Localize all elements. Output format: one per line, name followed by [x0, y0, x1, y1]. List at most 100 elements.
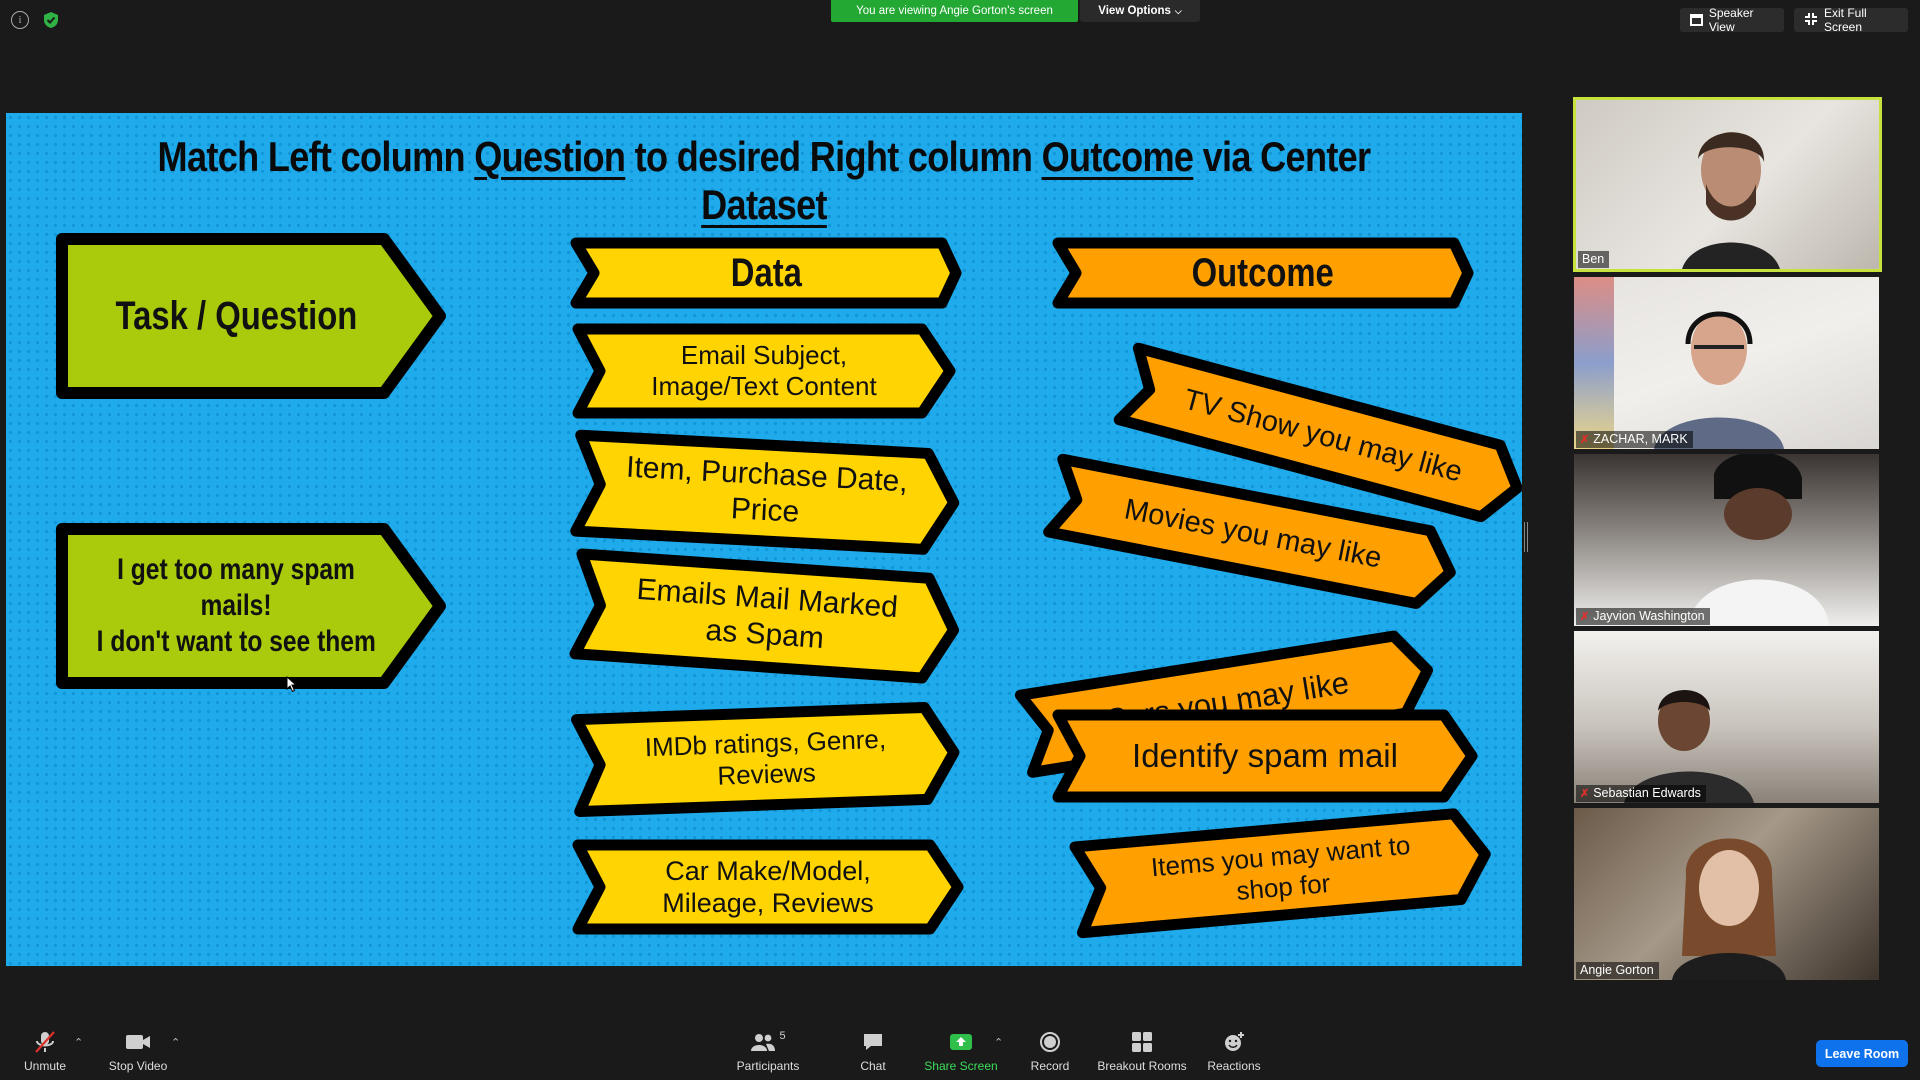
task-example-line1: I get too many spam mails!	[117, 553, 355, 622]
participants-label: Participants	[736, 1059, 800, 1073]
video-tile-ben[interactable]: Ben	[1573, 97, 1882, 272]
participant-video-icon	[1654, 311, 1784, 449]
breakout-rooms-button[interactable]: Breakout Rooms	[1097, 1030, 1187, 1073]
data-item-5-label: Car Make/Model, Mileage, Reviews	[572, 839, 964, 935]
title-outcome-word: Outcome	[1041, 133, 1194, 180]
outcome-header-label: Outcome	[1191, 251, 1335, 295]
title-part: via Center	[1193, 133, 1371, 180]
panel-resize-handle[interactable]	[1524, 522, 1528, 552]
record-button[interactable]: Record	[1005, 1030, 1095, 1073]
unmute-label: Unmute	[23, 1059, 67, 1073]
muted-microphone-icon: ✗	[1580, 433, 1590, 446]
wall-decor	[1574, 277, 1614, 449]
chat-bubble-icon	[862, 1030, 884, 1054]
video-tile-zachar-mark[interactable]: ✗ ZACHAR, MARK	[1574, 277, 1879, 449]
viewing-screen-banner: You are viewing Angie Gorton's screen	[831, 0, 1078, 22]
participant-name-tag: ✗ Jayvion Washington	[1576, 608, 1710, 625]
outcome-item-5-line2: shop for	[1235, 867, 1332, 906]
breakout-rooms-label: Breakout Rooms	[1097, 1059, 1187, 1073]
participants-button[interactable]: 5 Participants	[723, 1030, 813, 1073]
participants-count: 5	[779, 1030, 786, 1042]
data-item-2: Item, Purchase Date, Price	[569, 429, 962, 557]
speaker-view-label: Speaker View	[1708, 6, 1754, 34]
participant-name-tag: ✗ Sebastian Edwards	[1576, 785, 1706, 802]
speaker-view-button[interactable]: Speaker View	[1680, 6, 1784, 34]
slide-title: Match Left column Question to desired Ri…	[112, 133, 1416, 229]
participants-icon: 5	[750, 1030, 786, 1054]
title-dataset-word: Dataset	[701, 181, 827, 228]
video-options-caret-icon[interactable]: ⌃	[171, 1036, 180, 1049]
video-tile-sebastian-edwards[interactable]: ✗ Sebastian Edwards	[1574, 631, 1879, 803]
muted-microphone-icon: ✗	[1580, 787, 1590, 800]
data-item-4-line2: Reviews	[716, 757, 817, 791]
video-tile-angie-gorton[interactable]: Angie Gorton	[1574, 808, 1879, 980]
data-header-label: Data	[730, 251, 802, 295]
record-label: Record	[1030, 1059, 1070, 1073]
view-options-label: View Options	[1098, 5, 1171, 17]
participant-name: Angie Gorton	[1580, 963, 1654, 977]
participant-name-tag: ✗ ZACHAR, MARK	[1576, 431, 1693, 448]
data-item-2-line2: Price	[730, 492, 801, 529]
participant-name: ZACHAR, MARK	[1593, 432, 1688, 446]
task-header-label: Task / Question	[115, 294, 357, 338]
reactions-label: Reactions	[1207, 1059, 1261, 1073]
meeting-top-bar: i You are viewing Angie Gorton's screen …	[0, 0, 1920, 42]
muted-microphone-icon: ✗	[1580, 610, 1590, 623]
data-item-5-line2: Mileage, Reviews	[662, 888, 874, 918]
info-icon[interactable]: i	[11, 11, 29, 29]
data-item-4-label: IMDb ratings, Genre, Reviews	[570, 700, 961, 817]
breakout-rooms-icon	[1131, 1030, 1153, 1054]
data-item-5-line1: Car Make/Model,	[665, 855, 871, 886]
reactions-button[interactable]: Reactions	[1189, 1030, 1279, 1073]
exit-full-screen-label: Exit Full Screen	[1824, 6, 1867, 34]
participant-name: Ben	[1582, 252, 1605, 266]
audio-options-caret-icon[interactable]: ⌃	[74, 1036, 83, 1049]
chevron-down-icon: ⌵	[1174, 5, 1182, 16]
participant-name-tag: Angie Gorton	[1576, 962, 1659, 979]
title-part: Match Left column	[157, 133, 475, 180]
outcome-item-4-line1: Identify spam mail	[1132, 737, 1398, 775]
video-tile-jayvion-washington[interactable]: ✗ Jayvion Washington	[1574, 454, 1879, 626]
data-item-1: Email Subject, Image/Text Content	[572, 323, 956, 419]
data-item-1-label: Email Subject, Image/Text Content	[572, 323, 956, 419]
microphone-muted-icon	[34, 1030, 56, 1054]
exit-full-screen-button[interactable]: Exit Full Screen	[1794, 6, 1908, 34]
exit-full-screen-icon	[1804, 12, 1818, 29]
participant-video-icon	[1682, 132, 1780, 269]
chat-button[interactable]: Chat	[828, 1030, 918, 1073]
data-item-4: IMDb ratings, Genre, Reviews	[570, 700, 961, 818]
data-item-3-line2: as Spam	[704, 613, 825, 656]
outcome-header: Outcome	[1052, 237, 1474, 309]
share-screen-button[interactable]: Share Screen	[916, 1030, 1006, 1073]
title-part: to desired Right column	[625, 133, 1042, 180]
stop-video-button[interactable]: Stop Video	[93, 1030, 183, 1073]
stop-video-label: Stop Video	[108, 1059, 168, 1073]
task-example-spam: I get too many spam mails! I don't want …	[56, 523, 446, 689]
task-question-header: Task / Question	[56, 233, 446, 399]
share-options-caret-icon[interactable]: ⌃	[994, 1036, 1003, 1049]
share-screen-icon	[949, 1030, 973, 1054]
data-item-2-label: Item, Purchase Date, Price	[569, 429, 962, 557]
mouse-cursor-icon	[286, 675, 298, 698]
outcome-item-4: Identify spam mail	[1052, 709, 1478, 803]
data-header: Data	[570, 237, 962, 309]
share-screen-label: Share Screen	[924, 1059, 998, 1073]
leave-room-button[interactable]: Leave Room	[1816, 1040, 1908, 1067]
smiley-reaction-icon	[1223, 1030, 1245, 1054]
participant-name-tag: Ben	[1578, 251, 1610, 268]
record-icon	[1039, 1030, 1061, 1054]
view-options-button[interactable]: View Options ⌵	[1080, 0, 1200, 22]
participant-video-icon	[1672, 838, 1786, 980]
meeting-toolbar: Unmute ⌃ Stop Video ⌃ 5 Participants Cha…	[0, 1010, 1920, 1080]
participant-name: Jayvion Washington	[1593, 609, 1705, 623]
participant-name: Sebastian Edwards	[1593, 786, 1701, 800]
data-item-1-line1: Email Subject,	[680, 339, 848, 370]
task-example-line2: I don't want to see them	[96, 625, 376, 658]
shared-screen-slide: Match Left column Question to desired Ri…	[6, 113, 1522, 966]
data-item-5: Car Make/Model, Mileage, Reviews	[572, 839, 964, 935]
participant-video-icon	[1689, 454, 1829, 626]
speaker-view-icon	[1690, 14, 1703, 26]
outcome-item-4-label: Identify spam mail	[1052, 709, 1478, 803]
title-question-word: Question	[474, 133, 626, 180]
encryption-shield-icon[interactable]	[42, 11, 60, 29]
